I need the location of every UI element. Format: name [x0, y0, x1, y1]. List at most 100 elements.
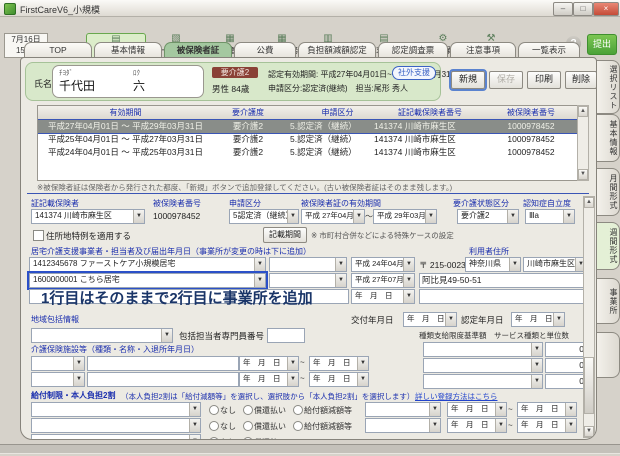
chevron-down-icon[interactable]: ▼ [287, 373, 298, 386]
tab-kihon[interactable]: 基本情報 [94, 42, 162, 58]
kyotaku-office-select-2[interactable]: 1600000001 こちら居宅▼ [29, 273, 266, 288]
shurui-units-2[interactable]: 0 [545, 358, 587, 373]
tab-futangaku[interactable]: 負担額減額認定 [298, 42, 376, 58]
chevron-down-icon[interactable]: ▼ [553, 313, 564, 326]
shurui-select-2[interactable]: ▼ [423, 358, 543, 373]
radio-nashi-3[interactable] [209, 437, 219, 440]
chevron-down-icon[interactable]: ▼ [531, 359, 542, 372]
form-scrollbar[interactable]: ▲ ▼ [583, 196, 595, 438]
kyufu-detail-select-1[interactable]: ▼ [365, 402, 441, 417]
scroll-up-icon[interactable]: ▲ [578, 106, 588, 117]
kisai-kikan-button[interactable]: 記載期間 [263, 227, 307, 243]
dementia-select[interactable]: Ⅲa▼ [525, 209, 575, 224]
chevron-down-icon[interactable]: ▼ [189, 403, 200, 416]
scroll-down-icon[interactable]: ▼ [578, 169, 588, 180]
shisetsu-type-select-1[interactable]: ▼ [31, 356, 85, 371]
scrollbar-thumb[interactable] [584, 357, 594, 414]
delete-button[interactable]: 削除 [565, 71, 597, 89]
table-row[interactable]: 平成27年04月01日 ～ 平成29年03月31日 要介護2 5.認定済（継続）… [38, 119, 578, 134]
chevron-down-icon[interactable]: ▼ [357, 357, 368, 370]
chevron-down-icon[interactable]: ▼ [403, 290, 414, 303]
kyotaku-staff-select-1[interactable]: ▼ [269, 257, 347, 272]
print-button[interactable]: 印刷 [527, 71, 561, 89]
side-tab-gekkan[interactable]: 月間形式 [595, 168, 620, 216]
address-line1-input[interactable]: 阿比見49-50-51 [419, 273, 587, 288]
shisetsu-out-date-2[interactable]: 年 月 日▼ [309, 372, 369, 387]
kyufu-select-1[interactable]: ▼ [31, 402, 201, 417]
scroll-up-icon[interactable]: ▲ [584, 197, 594, 208]
chevron-down-icon[interactable]: ▼ [403, 274, 414, 287]
close-button[interactable]: × [593, 2, 619, 16]
insurer-select[interactable]: 141374 川崎市麻生区▼ [31, 209, 145, 224]
chevron-down-icon[interactable]: ▼ [133, 210, 144, 223]
chevron-down-icon[interactable]: ▼ [563, 210, 574, 223]
table-row[interactable]: 平成25年04月01日 ～ 平成27年03月31日 要介護2 5.認定済（継続）… [38, 133, 578, 146]
pref-select[interactable]: 神奈川県▼ [465, 257, 521, 272]
tab-kouhi[interactable]: 公費 [234, 42, 296, 58]
shurui-units-1[interactable]: 0 [545, 342, 587, 357]
shurui-select-1[interactable]: ▼ [423, 342, 543, 357]
chevron-down-icon[interactable]: ▼ [531, 343, 542, 356]
chevron-down-icon[interactable]: ▼ [425, 210, 436, 223]
side-tab-kihon[interactable]: 基本情報 [595, 114, 620, 162]
radio-nashi-1[interactable] [209, 405, 219, 415]
chevron-down-icon[interactable]: ▼ [495, 403, 506, 416]
chevron-down-icon[interactable]: ▼ [429, 419, 440, 432]
kyufu-detail-select-2[interactable]: ▼ [365, 418, 441, 433]
chevron-down-icon[interactable]: ▼ [495, 419, 506, 432]
chevron-down-icon[interactable]: ▼ [565, 419, 576, 432]
side-tab-jigyousho[interactable]: 事業所 [595, 278, 620, 324]
kyufu-to-date-1[interactable]: 年 月 日▼ [517, 402, 577, 417]
chevron-down-icon[interactable]: ▼ [565, 403, 576, 416]
chevron-down-icon[interactable]: ▼ [531, 375, 542, 388]
shisetsu-name-input-2[interactable] [87, 372, 239, 387]
kyufu-select-3[interactable]: ▼ [31, 434, 201, 440]
table-row[interactable]: 平成24年04月01日 ～ 平成25年03月31日 要介護2 5.認定済（継続）… [38, 146, 578, 159]
chevron-down-icon[interactable]: ▼ [73, 357, 84, 370]
chevron-down-icon[interactable]: ▼ [73, 373, 84, 386]
shisetsu-in-date-1[interactable]: 年 月 日▼ [239, 356, 299, 371]
chevron-down-icon[interactable]: ▼ [509, 258, 520, 271]
kyotaku-office-select-1[interactable]: 1412345678 ファーストケア小規模居宅▼ [29, 257, 266, 272]
side-tab-shuukan[interactable]: 週間形式 [595, 222, 620, 270]
side-tab-blank[interactable] [595, 332, 620, 378]
chevron-down-icon[interactable]: ▼ [507, 210, 518, 223]
chevron-down-icon[interactable]: ▼ [403, 258, 414, 271]
kyufu-from-date-2[interactable]: 年 月 日▼ [447, 418, 507, 433]
maximize-button[interactable]: □ [573, 2, 593, 16]
city-select[interactable]: 川崎市麻生区▼ [523, 257, 587, 272]
kyufu-from-date-1[interactable]: 年 月 日▼ [447, 402, 507, 417]
chevron-down-icon[interactable]: ▼ [353, 210, 364, 223]
radio-shoukan-2[interactable] [243, 421, 253, 431]
care-level-select[interactable]: 要介護2▼ [457, 209, 519, 224]
scroll-down-icon[interactable]: ▼ [584, 426, 594, 437]
tab-hihokensha[interactable]: 被保険者証 [164, 42, 232, 58]
shurui-units-3[interactable]: 0 [545, 374, 587, 389]
shurui-select-3[interactable]: ▼ [423, 374, 543, 389]
special-address-checkbox[interactable] [33, 230, 44, 241]
chevron-down-icon[interactable]: ▼ [335, 258, 346, 271]
apply-select[interactable]: 5認定済（継続）▼ [229, 209, 299, 224]
address-line2-input[interactable] [419, 289, 587, 304]
table-scrollbar[interactable]: ▲ ▼ [577, 105, 589, 181]
chevron-down-icon[interactable]: ▼ [254, 274, 265, 287]
kyotaku-staff-select-2[interactable]: ▼ [269, 273, 347, 288]
validity-from-select[interactable]: 平成 27年04月01日▼ [301, 209, 365, 224]
chevron-down-icon[interactable]: ▼ [357, 373, 368, 386]
radio-nashi-2[interactable] [209, 421, 219, 431]
shisetsu-in-date-2[interactable]: 年 月 日▼ [239, 372, 299, 387]
kyufu-help-link[interactable]: 詳しい登録方法はこちら [415, 391, 498, 402]
chevron-down-icon[interactable]: ▼ [429, 403, 440, 416]
chevron-down-icon[interactable]: ▼ [254, 258, 265, 271]
chevron-down-icon[interactable]: ▼ [189, 419, 200, 432]
tab-top[interactable]: TOP [24, 42, 92, 58]
radio-shoukan-1[interactable] [243, 405, 253, 415]
radio-genngaku-2[interactable] [293, 421, 303, 431]
new-button[interactable]: 新規 [451, 71, 485, 89]
kofu-date-select[interactable]: 年 月 日▼ [403, 312, 457, 327]
chiiki-select[interactable]: ▼ [31, 328, 173, 343]
tab-nintei[interactable]: 認定調査票 [378, 42, 448, 58]
nintei-date-select[interactable]: 年 月 日▼ [511, 312, 565, 327]
kyotaku-date-select-1[interactable]: 平成 24年04月01日▼ [351, 257, 415, 272]
shisetsu-name-input-1[interactable] [87, 356, 239, 371]
